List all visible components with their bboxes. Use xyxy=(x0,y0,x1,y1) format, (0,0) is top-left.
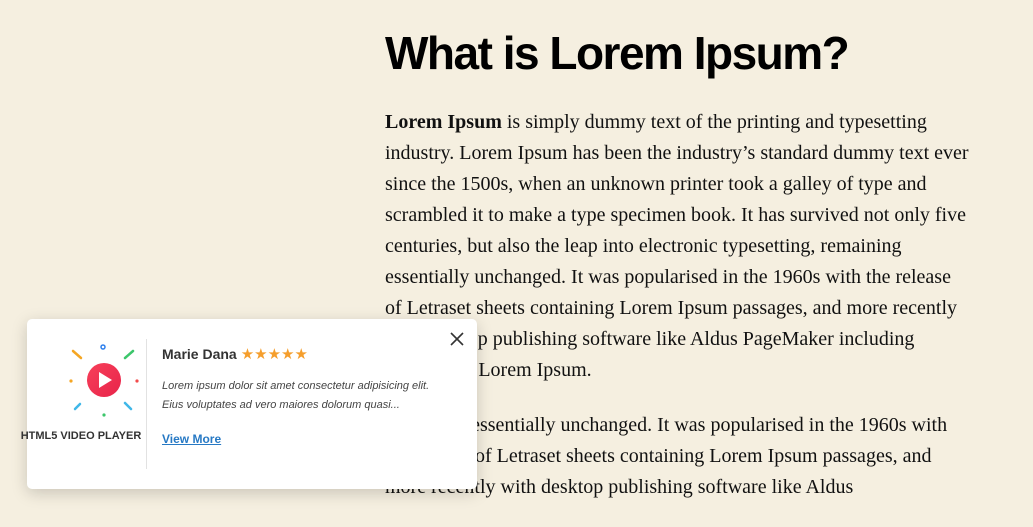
logo-text: HTML5 VIDEO PLAYER xyxy=(20,430,142,442)
view-more-link[interactable]: View More xyxy=(162,432,221,446)
reviewer-row: Marie Dana ★★★★★ xyxy=(162,345,452,363)
article-paragraph-1-bold: Lorem Ipsum xyxy=(385,110,502,133)
review-message: Lorem ipsum dolor sit amet consectetur a… xyxy=(162,380,430,411)
play-logo-icon xyxy=(69,344,139,417)
review-content: Marie Dana ★★★★★ Lorem ipsum dolor sit a… xyxy=(162,345,452,415)
close-icon[interactable] xyxy=(447,329,467,349)
rating-stars-icon: ★★★★★ xyxy=(240,346,308,363)
article-heading: What is Lorem Ipsum? xyxy=(385,27,850,79)
review-popup: HTML5 VIDEO PLAYER Marie Dana ★★★★★ Lore… xyxy=(21,319,477,489)
video-player-logo: HTML5 VIDEO PLAYER xyxy=(21,319,147,489)
divider xyxy=(146,339,147,469)
reviewer-name: Marie Dana xyxy=(162,346,237,362)
